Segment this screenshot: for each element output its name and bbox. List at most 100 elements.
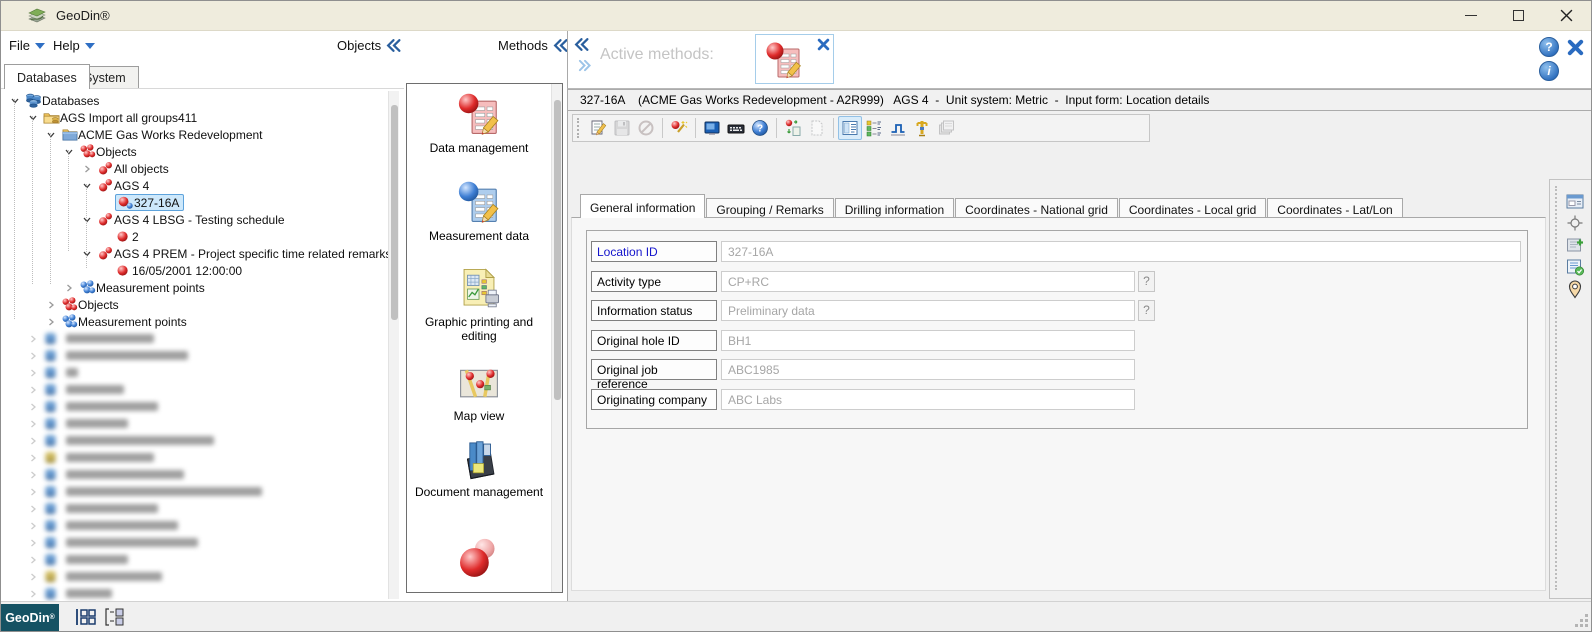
tree-item[interactable]: AGS 4 PREM - Project specific time relat… <box>1 245 401 262</box>
expand-icon[interactable] <box>81 163 93 175</box>
edit-toolbar-button[interactable] <box>586 116 610 140</box>
tree-item[interactable]: Measurement points <box>1 279 401 296</box>
close-panel-icon[interactable] <box>1567 39 1584 56</box>
tree-item[interactable]: ACME Gas Works Redevelopment <box>1 126 401 143</box>
expand-icon[interactable] <box>27 537 39 549</box>
collapse-left-icon[interactable] <box>386 38 401 53</box>
method-item-graphic-printing-and-editing[interactable]: Graphic printing and editing <box>409 266 549 343</box>
monitor-toolbar-button[interactable] <box>700 116 724 140</box>
collapse-icon[interactable] <box>27 112 39 124</box>
wizard-toolbar-button[interactable] <box>667 116 691 140</box>
tree-item[interactable]: Databases <box>1 92 401 109</box>
spin-side-button[interactable] <box>1565 279 1585 299</box>
sform-side-button[interactable] <box>1565 192 1585 212</box>
resize-grip[interactable] <box>1575 614 1589 628</box>
tree-item-redacted[interactable] <box>1 449 401 466</box>
expand-icon[interactable] <box>27 571 39 583</box>
collapse-icon[interactable] <box>45 129 57 141</box>
expand-icon[interactable] <box>27 435 39 447</box>
expand-icon[interactable] <box>27 384 39 396</box>
tree-scrollbar[interactable] <box>388 91 399 599</box>
tree-item-redacted[interactable] <box>1 415 401 432</box>
tree-item-redacted[interactable] <box>1 517 401 534</box>
tree-item[interactable]: 327-16A <box>1 194 401 211</box>
expand-icon[interactable] <box>45 316 57 328</box>
menu-file[interactable]: File <box>9 35 45 55</box>
collapse-icon[interactable] <box>81 180 93 192</box>
tree-item-redacted[interactable] <box>1 432 401 449</box>
tree-item-redacted[interactable] <box>1 585 401 601</box>
tree-scrollbar-thumb[interactable] <box>391 105 398 320</box>
layout-grid-icon[interactable] <box>75 608 97 626</box>
side-toolbar-grip[interactable] <box>1555 186 1557 590</box>
collapse-left-icon[interactable] <box>553 38 568 53</box>
methods-scrollbar[interactable] <box>551 84 562 592</box>
tree-item-redacted[interactable] <box>1 551 401 568</box>
close-button[interactable] <box>1544 1 1588 30</box>
expand-icon[interactable] <box>27 418 39 430</box>
scross-side-button[interactable] <box>1565 213 1585 233</box>
field-help-button[interactable]: ? <box>1138 300 1155 321</box>
tree-selected-item[interactable]: 327-16A <box>115 194 184 211</box>
toolbar-grip[interactable] <box>577 118 582 138</box>
field-input-location-id[interactable]: 327-16A <box>721 241 1521 262</box>
collapse-icon[interactable] <box>81 214 93 226</box>
panel-toggle-icon[interactable] <box>104 608 126 626</box>
blankdoc-toolbar-button[interactable] <box>805 116 829 140</box>
help-toolbar-button[interactable]: ? <box>748 116 772 140</box>
form-tab-general-information[interactable]: General information <box>580 194 705 218</box>
tree-item[interactable]: AGS 4 LBSG - Testing schedule <box>1 211 401 228</box>
minimize-button[interactable] <box>1449 1 1493 30</box>
method-item-objects[interactable] <box>409 536 549 585</box>
form-tab-drilling-information[interactable]: Drilling information <box>835 198 954 218</box>
tree-item-redacted[interactable] <box>1 483 401 500</box>
sformadd-side-button[interactable] <box>1565 235 1585 255</box>
field-input-information-status[interactable]: Preliminary data <box>721 300 1135 321</box>
expand-icon[interactable] <box>27 503 39 515</box>
expand-icon[interactable] <box>27 486 39 498</box>
method-item-measurement-data[interactable]: Measurement data <box>409 180 549 243</box>
tree-item[interactable]: All objects <box>1 160 401 177</box>
expand-icon[interactable] <box>27 401 39 413</box>
collapse-icon[interactable] <box>9 95 21 107</box>
expand-icon[interactable] <box>27 333 39 345</box>
methods-scrollbar-thumb[interactable] <box>554 100 561 400</box>
field-input-original-job-reference[interactable]: ABC1985 <box>721 359 1135 380</box>
method-item-data-management[interactable]: Data management <box>409 92 549 155</box>
menu-help[interactable]: Help <box>53 35 95 55</box>
expand-icon[interactable] <box>63 282 75 294</box>
tree-item-redacted[interactable] <box>1 500 401 517</box>
help-button[interactable]: ? <box>1539 37 1559 57</box>
tree-item-redacted[interactable] <box>1 534 401 551</box>
clamp-toolbar-button[interactable] <box>910 116 934 140</box>
expand-icon[interactable] <box>27 367 39 379</box>
tree-item[interactable]: 16/05/2001 12:00:00 <box>1 262 401 279</box>
tree-item-redacted[interactable] <box>1 568 401 585</box>
field-input-activity-type[interactable]: CP+RC <box>721 271 1135 292</box>
tree-item-redacted[interactable] <box>1 330 401 347</box>
tree-item[interactable]: Measurement points <box>1 313 401 330</box>
field-input-originating-company[interactable]: ABC Labs <box>721 389 1135 410</box>
maximize-button[interactable] <box>1496 1 1540 30</box>
expand-icon[interactable] <box>27 520 39 532</box>
form-tab-grouping-remarks[interactable]: Grouping / Remarks <box>706 198 833 218</box>
transfer-toolbar-button[interactable] <box>781 116 805 140</box>
form-tab-coordinates-lat-lon[interactable]: Coordinates - Lat/Lon <box>1267 198 1402 218</box>
cancel-toolbar-button[interactable] <box>634 116 658 140</box>
formview-toolbar-button[interactable] <box>838 116 862 140</box>
stepchart-toolbar-button[interactable] <box>886 116 910 140</box>
expand-icon[interactable] <box>27 554 39 566</box>
tree-item-redacted[interactable] <box>1 466 401 483</box>
save-toolbar-button[interactable] <box>610 116 634 140</box>
tree-item-redacted[interactable] <box>1 364 401 381</box>
form-tab-coordinates-local-grid[interactable]: Coordinates - Local grid <box>1119 198 1266 218</box>
expand-icon[interactable] <box>27 452 39 464</box>
close-method-icon[interactable] <box>817 38 830 51</box>
collapse-icon[interactable] <box>63 146 75 158</box>
info-button[interactable]: i <box>1539 61 1559 81</box>
field-help-button[interactable]: ? <box>1138 271 1155 292</box>
tab-databases[interactable]: Databases <box>4 64 90 89</box>
tree-item[interactable]: Objects <box>1 143 401 160</box>
tree-item-redacted[interactable] <box>1 381 401 398</box>
tree-item[interactable]: AGS 4 <box>1 177 401 194</box>
